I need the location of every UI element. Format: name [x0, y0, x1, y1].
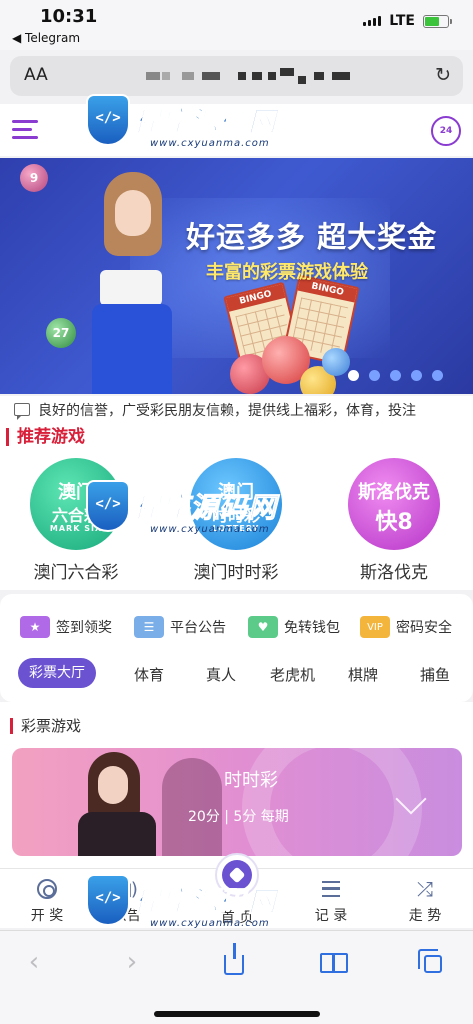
tab-fishing[interactable]: 捕鱼	[420, 664, 450, 685]
section-title: 彩票游戏	[10, 718, 81, 734]
banner-ball	[322, 348, 350, 376]
menu-icon[interactable]	[12, 120, 38, 140]
banner-subline: 丰富的彩票游戏体验	[206, 262, 368, 283]
bookmarks-icon[interactable]	[314, 945, 354, 979]
carousel-dot[interactable]	[369, 370, 380, 381]
game-name: 斯洛伐克	[360, 563, 428, 583]
network-label: LTE	[389, 13, 415, 29]
shuffle-icon: ⤮	[417, 877, 433, 901]
customer-service-24h-icon[interactable]: 24	[431, 116, 461, 146]
lottery-card-title: 时时彩	[224, 770, 278, 791]
category-tabs: 彩票大厅 体育 真人 老虎机 棋牌 捕鱼	[0, 658, 473, 692]
card-model-image	[72, 752, 162, 856]
notice-text: 良好的信誉，广受彩民朋友信赖，提供线上福彩，体育，投注	[38, 403, 416, 419]
watermark-logo: 程序源码网 www.cxyuanma.com	[86, 94, 286, 168]
lottery-card-ssc[interactable]: 时时彩 20分 | 5分 每期	[12, 748, 462, 856]
promo-banner[interactable]: 9 27 BINGO BINGO 好运多多 超大奖金 丰富的彩票游戏体验	[0, 158, 473, 394]
tab-lottery-hall[interactable]: 彩票大厅	[18, 658, 96, 688]
address-bar[interactable]: AA ↻	[10, 56, 463, 96]
section-title: 推荐游戏	[6, 428, 85, 446]
tab-card-games[interactable]: 棋牌	[348, 664, 378, 685]
text-size-button[interactable]: AA	[24, 65, 48, 85]
wallet-button[interactable]: ♥ 免转钱包	[248, 616, 340, 638]
carousel-dot[interactable]	[390, 370, 401, 381]
lottery-ball-27: 27	[46, 318, 76, 348]
watermark-logo: 程序源码网 www.cxyuanma.com	[86, 480, 286, 554]
carousel-dot[interactable]	[432, 370, 443, 381]
tab-sports[interactable]: 体育	[134, 664, 164, 685]
shield-icon	[86, 94, 130, 146]
lottery-games-section: 彩票游戏 时时彩 20分 | 5分 每期	[0, 702, 473, 868]
share-icon[interactable]	[214, 943, 254, 979]
shield-icon	[86, 874, 130, 926]
nav-lottery-results[interactable]: 开 奖	[12, 877, 82, 925]
game-slovakia-kuai8[interactable]: 斯洛伐克 快8 斯洛伐克	[334, 458, 454, 583]
lottery-ball-9: 9	[20, 164, 48, 192]
carousel-dots[interactable]	[348, 370, 443, 381]
password-security-button[interactable]: VIP 密码安全	[360, 616, 452, 638]
status-time: 10:31	[40, 6, 98, 27]
tab-live-casino[interactable]: 真人	[206, 664, 236, 685]
nav-records[interactable]: 记 录	[296, 877, 366, 925]
status-bar: 10:31 ◀ Telegram LTE	[0, 0, 473, 50]
notice-marquee[interactable]: 良好的信誉，广受彩民朋友信赖，提供线上福彩，体育，投注	[0, 396, 473, 424]
url-field-redacted[interactable]	[140, 66, 360, 86]
feature-panel: ★ 签到领奖 ☰ 平台公告 ♥ 免转钱包 VIP 密码安全 彩票大厅 体育 真人…	[0, 594, 473, 702]
banner-headline: 好运多多 超大奖金	[186, 220, 438, 254]
game-icon: 斯洛伐克 快8	[348, 458, 440, 550]
tab-slots[interactable]: 老虎机	[270, 664, 315, 685]
announcement-icon: ☰	[134, 616, 164, 638]
star-icon: ★	[20, 616, 50, 638]
nav-trend[interactable]: ⤮ 走 势	[390, 877, 460, 925]
sign-in-reward-button[interactable]: ★ 签到领奖	[20, 616, 112, 638]
lottery-draw-icon	[35, 877, 59, 901]
shield-icon	[86, 480, 130, 532]
browser-back-button[interactable]: ‹	[14, 945, 54, 979]
banner-model-image	[82, 172, 186, 394]
tabs-icon[interactable]	[414, 945, 454, 979]
home-indicator	[154, 1011, 320, 1017]
back-to-app-link[interactable]: ◀ Telegram	[12, 31, 80, 45]
signal-icon	[363, 16, 381, 26]
announcement-button[interactable]: ☰ 平台公告	[134, 616, 226, 638]
wallet-icon: ♥	[248, 616, 278, 638]
vip-icon: VIP	[360, 616, 390, 638]
game-name: 澳门时时彩	[193, 563, 279, 583]
game-name: 澳门六合彩	[33, 563, 119, 583]
battery-icon	[423, 15, 452, 28]
carousel-dot[interactable]	[411, 370, 422, 381]
watermark-logo: 程序源码网 www.cxyuanma.com	[86, 874, 286, 948]
reload-icon[interactable]: ↻	[435, 64, 451, 86]
list-icon	[319, 877, 343, 901]
browser-forward-button[interactable]: ›	[112, 945, 152, 979]
lottery-card-subtitle: 20分 | 5分 每期	[188, 809, 289, 825]
message-icon	[14, 403, 30, 420]
carousel-dot[interactable]	[348, 370, 359, 381]
